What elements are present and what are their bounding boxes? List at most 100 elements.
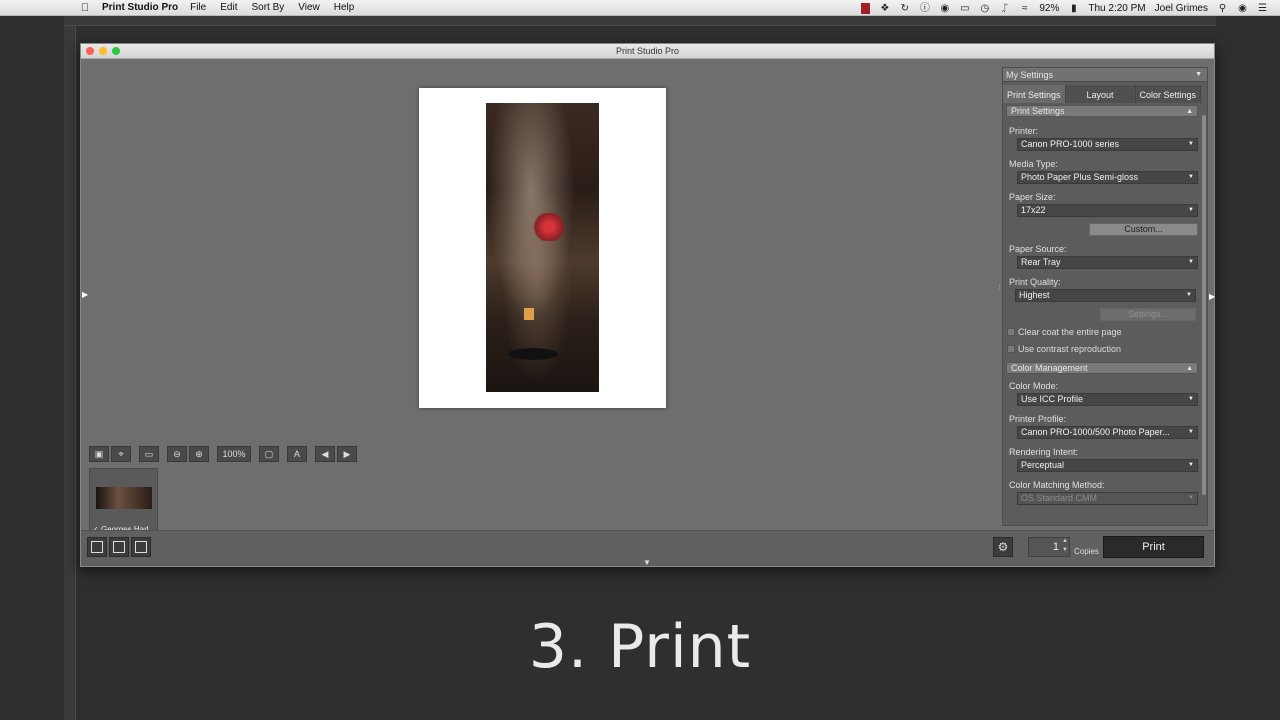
video-caption: 3. Print: [528, 612, 752, 682]
settings-tabs: Print Settings Layout Color Settings: [1003, 85, 1207, 103]
split-view-button[interactable]: [109, 537, 129, 557]
printer-profile-value: Canon PRO-1000/500 Photo Paper...: [1021, 427, 1170, 437]
battery-icon[interactable]: ▮: [1068, 3, 1079, 14]
settings-preset-value: My Settings: [1006, 70, 1054, 80]
contrast-reproduction-label: Use contrast reproduction: [1018, 344, 1122, 354]
preview-area: ▶ ▣ ⌖ ▭ ⊖ ⊕ 100% ▢ A ◀ ▶ ✓ Georges Harl.…: [81, 60, 1001, 538]
menu-edit[interactable]: Edit: [220, 2, 237, 13]
maximize-window-button[interactable]: [112, 47, 120, 55]
paper-size-select[interactable]: 17x22 ▼: [1017, 204, 1198, 217]
window-title: Print Studio Pro: [615, 46, 680, 56]
apple-menu-icon[interactable]: : [74, 2, 96, 14]
fit-page-button[interactable]: ▢: [259, 446, 279, 462]
paper-size-label: Paper Size:: [1009, 192, 1056, 202]
copies-label: Copies: [1074, 547, 1099, 556]
single-view-icon: [91, 541, 103, 553]
contrast-reproduction-checkbox[interactable]: Use contrast reproduction: [1007, 344, 1121, 354]
monitor-icon: ▭: [144, 448, 154, 459]
clear-coat-checkbox[interactable]: Clear coat the entire page: [1007, 327, 1122, 337]
gear-icon: ⚙: [997, 540, 1009, 554]
zoom-out-button[interactable]: ⊖: [167, 446, 187, 462]
printer-label: Printer:: [1009, 126, 1039, 136]
photo-preview[interactable]: [486, 103, 599, 392]
tab-color-settings[interactable]: Color Settings: [1135, 85, 1202, 103]
image-options-button[interactable]: ▣: [89, 446, 109, 462]
bluetooth-icon[interactable]: ᛢ: [999, 3, 1010, 14]
print-settings-section-header[interactable]: Print Settings ▲: [1006, 105, 1198, 117]
clock[interactable]: Thu 2:20 PM: [1088, 3, 1145, 14]
info-icon[interactable]: ⓘ: [919, 3, 930, 14]
title-bar: Print Studio Pro: [81, 44, 1214, 59]
tab-layout[interactable]: Layout: [1065, 85, 1136, 103]
menu-view[interactable]: View: [298, 2, 320, 13]
text-icon: A: [293, 449, 300, 459]
panel-scrollbar[interactable]: [1202, 115, 1206, 495]
panel-view-icon: [135, 541, 147, 553]
zoom-in-icon: ⊕: [195, 448, 203, 459]
checkbox-box: [1007, 328, 1015, 336]
thumbnail-item[interactable]: ✓ Georges Harl...: [89, 468, 158, 538]
tab-print-settings[interactable]: Print Settings: [1003, 85, 1066, 103]
chevron-down-icon: ▼: [1188, 495, 1194, 501]
chevron-down-icon: ▼: [1188, 141, 1194, 147]
custom-paper-button[interactable]: Custom...: [1089, 223, 1198, 236]
minimize-window-button[interactable]: [99, 47, 107, 55]
printer-select[interactable]: Canon PRO-1000 series ▼: [1017, 138, 1198, 151]
crop-button[interactable]: ⌖: [111, 446, 131, 462]
text-options-button[interactable]: A: [287, 446, 307, 462]
chevron-down-icon: ▼: [1188, 207, 1194, 213]
next-page-button[interactable]: ▶: [337, 446, 357, 462]
siri-icon[interactable]: ◉: [1237, 3, 1248, 14]
time-machine-icon[interactable]: ◷: [979, 3, 990, 14]
paper-source-value: Rear Tray: [1021, 257, 1061, 267]
crop-icon: ⌖: [118, 448, 124, 459]
settings-panel: My Settings ▼ Print Settings Layout Colo…: [1002, 67, 1208, 526]
panel-resize-handle[interactable]: ⋮: [996, 284, 1003, 291]
zoom-in-button[interactable]: ⊕: [189, 446, 209, 462]
eye-icon[interactable]: ◉: [939, 3, 950, 14]
app-menu[interactable]: Print Studio Pro: [102, 2, 178, 13]
color-management-section-header[interactable]: Color Management ▲: [1006, 362, 1198, 374]
wifi-icon[interactable]: ≈: [1019, 3, 1030, 14]
menu-sort-by[interactable]: Sort By: [251, 2, 284, 13]
close-window-button[interactable]: [86, 47, 94, 55]
paper-size-value: 17x22: [1021, 205, 1046, 215]
media-type-select[interactable]: Photo Paper Plus Semi-gloss ▼: [1017, 171, 1198, 184]
split-view-icon: [113, 541, 125, 553]
expand-right-panel-icon[interactable]: ▶: [1209, 292, 1215, 301]
print-quality-select[interactable]: Highest ▼: [1015, 289, 1196, 302]
airplay-icon[interactable]: ▭: [959, 3, 970, 14]
color-mode-select[interactable]: Use ICC Profile ▼: [1017, 393, 1198, 406]
dropbox-icon[interactable]: ❖: [879, 3, 890, 14]
print-quality-value: Highest: [1019, 290, 1050, 300]
zoom-level-select[interactable]: 100%: [217, 446, 251, 462]
settings-preset-select[interactable]: My Settings ▼: [1003, 68, 1207, 82]
fit-view-button[interactable]: ▭: [139, 446, 159, 462]
rendering-intent-select[interactable]: Perceptual ▼: [1017, 459, 1198, 472]
previous-page-button[interactable]: ◀: [315, 446, 335, 462]
paper-source-select[interactable]: Rear Tray ▼: [1017, 256, 1198, 269]
sync-icon[interactable]: ↻: [899, 3, 910, 14]
panel-view-button[interactable]: [131, 537, 151, 557]
quality-settings-button[interactable]: Settings...: [1100, 308, 1196, 321]
expand-left-panel-icon[interactable]: ▶: [82, 290, 88, 299]
menu-file[interactable]: File: [190, 2, 206, 13]
notification-center-icon[interactable]: ☰: [1257, 3, 1268, 14]
copies-stepper[interactable]: ▲ ▼: [1060, 537, 1070, 557]
printer-profile-select[interactable]: Canon PRO-1000/500 Photo Paper... ▼: [1017, 426, 1198, 439]
fit-page-icon: ▢: [264, 448, 274, 459]
arrow-right-icon: ▶: [343, 448, 351, 459]
color-matching-select[interactable]: OS Standard CMM ▼: [1017, 492, 1198, 505]
app-window: Print Studio Pro ▶ ▣ ⌖ ▭ ⊖ ⊕ 100% ▢ A ◀ …: [80, 43, 1215, 567]
user-name[interactable]: Joel Grimes: [1155, 3, 1208, 14]
print-button[interactable]: Print: [1103, 536, 1204, 558]
collapse-bottom-icon[interactable]: ▼: [643, 558, 651, 567]
flag-icon[interactable]: [861, 2, 871, 14]
preferences-button[interactable]: ⚙: [993, 537, 1013, 557]
menu-help[interactable]: Help: [334, 2, 355, 13]
single-view-button[interactable]: [87, 537, 107, 557]
search-icon[interactable]: ⚲: [1217, 3, 1228, 14]
photo-bicycle-detail: [531, 213, 567, 241]
color-matching-label: Color Matching Method:: [1009, 480, 1105, 490]
chevron-down-icon: ▼: [1195, 71, 1202, 78]
